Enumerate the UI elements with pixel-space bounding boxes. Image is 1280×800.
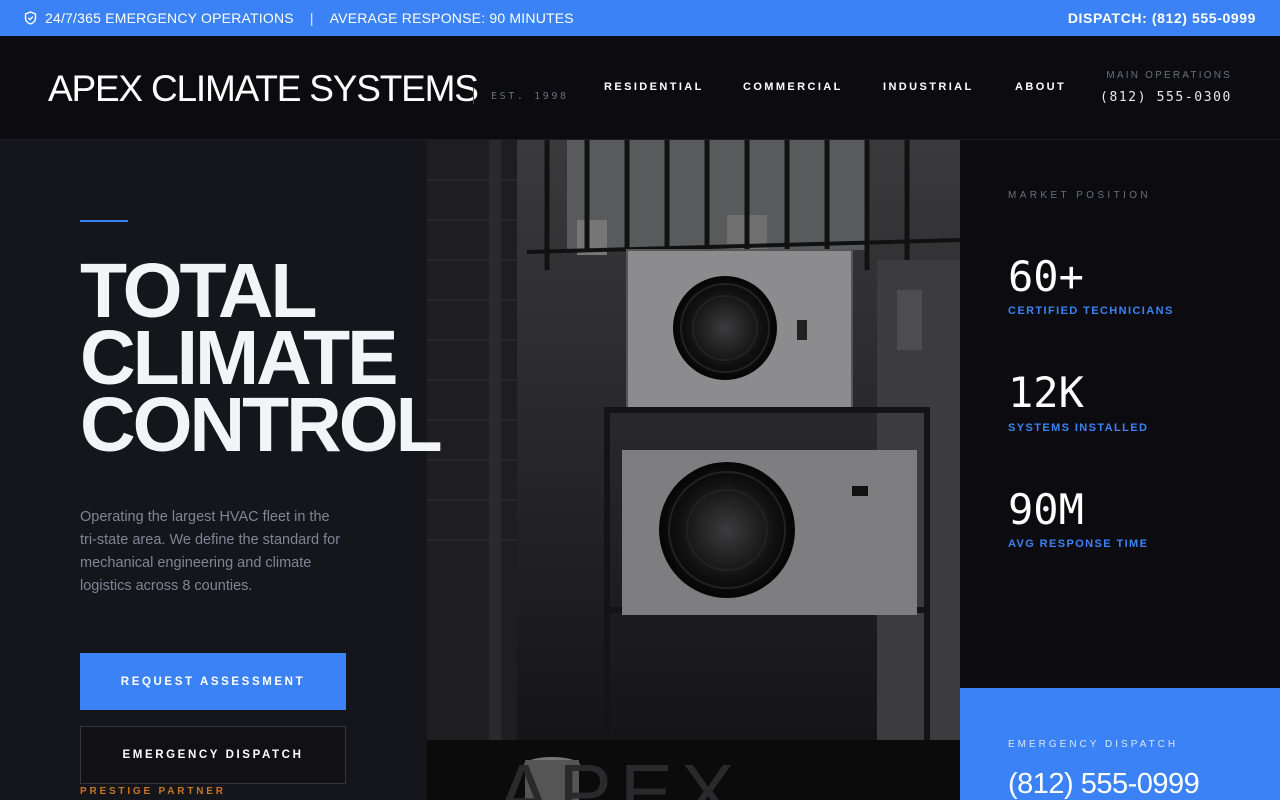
prestige-partner-label: PRESTIGE PARTNER xyxy=(80,786,226,797)
hero-image-hvac-units: APEX xyxy=(427,140,960,800)
response-text: AVERAGE RESPONSE: 90 MINUTES xyxy=(329,10,574,26)
hero-headline: TOTAL CLIMATE CONTROL xyxy=(80,253,443,468)
emergency-dispatch-button[interactable]: EMERGENCY DISPATCH xyxy=(80,726,346,784)
announcement-left: 24/7/365 EMERGENCY OPERATIONS | AVERAGE … xyxy=(24,10,574,26)
image-watermark: APEX xyxy=(497,748,742,800)
top-announcement-bar: 24/7/365 EMERGENCY OPERATIONS | AVERAGE … xyxy=(0,0,1280,36)
site-header: APEX CLIMATE SYSTEMS EST. 1998 RESIDENTI… xyxy=(0,36,1280,140)
operations-text: 24/7/365 EMERGENCY OPERATIONS xyxy=(45,10,294,26)
market-position-panel: MARKET POSITION 60+ CERTIFIED TECHNICIAN… xyxy=(960,140,1280,688)
emergency-dispatch-box: EMERGENCY DISPATCH (812) 555-0999 xyxy=(960,688,1280,800)
nav-industrial[interactable]: INDUSTRIAL xyxy=(883,81,974,93)
market-position-label: MARKET POSITION xyxy=(1008,190,1152,201)
nav-about[interactable]: ABOUT xyxy=(1015,81,1066,93)
stat-response-value: 90M xyxy=(1008,485,1084,534)
hero-left-panel: TOTAL CLIMATE CONTROL Operating the larg… xyxy=(0,140,443,800)
divider xyxy=(473,88,474,104)
request-assessment-button[interactable]: REQUEST ASSESSMENT xyxy=(80,653,346,710)
main-operations-label: MAIN OPERATIONS xyxy=(1106,70,1232,81)
established-year: EST. 1998 xyxy=(491,91,569,102)
main-operations-phone[interactable]: (812) 555-0300 xyxy=(1100,90,1232,105)
stat-systems-caption: SYSTEMS INSTALLED xyxy=(1008,422,1149,434)
brand-logo[interactable]: APEX CLIMATE SYSTEMS xyxy=(48,68,479,110)
headline-line-3: CONTROL xyxy=(80,382,443,468)
dispatch-box-label: EMERGENCY DISPATCH xyxy=(1008,739,1179,750)
dispatch-phone-link[interactable]: DISPATCH: (812) 555-0999 xyxy=(1068,10,1256,26)
accent-line xyxy=(80,220,128,222)
dispatch-box-phone[interactable]: (812) 555-0999 xyxy=(1008,768,1200,800)
separator: | xyxy=(309,10,314,26)
stat-technicians-value: 60+ xyxy=(1008,252,1084,301)
hero-description: Operating the largest HVAC fleet in the … xyxy=(80,509,341,594)
nav-residential[interactable]: RESIDENTIAL xyxy=(604,81,704,93)
stat-technicians-caption: CERTIFIED TECHNICIANS xyxy=(1008,305,1174,317)
nav-commercial[interactable]: COMMERCIAL xyxy=(743,81,843,93)
stat-systems-value: 12K xyxy=(1008,368,1084,417)
shield-icon xyxy=(24,11,37,25)
stat-response-caption: AVG RESPONSE TIME xyxy=(1008,538,1149,550)
